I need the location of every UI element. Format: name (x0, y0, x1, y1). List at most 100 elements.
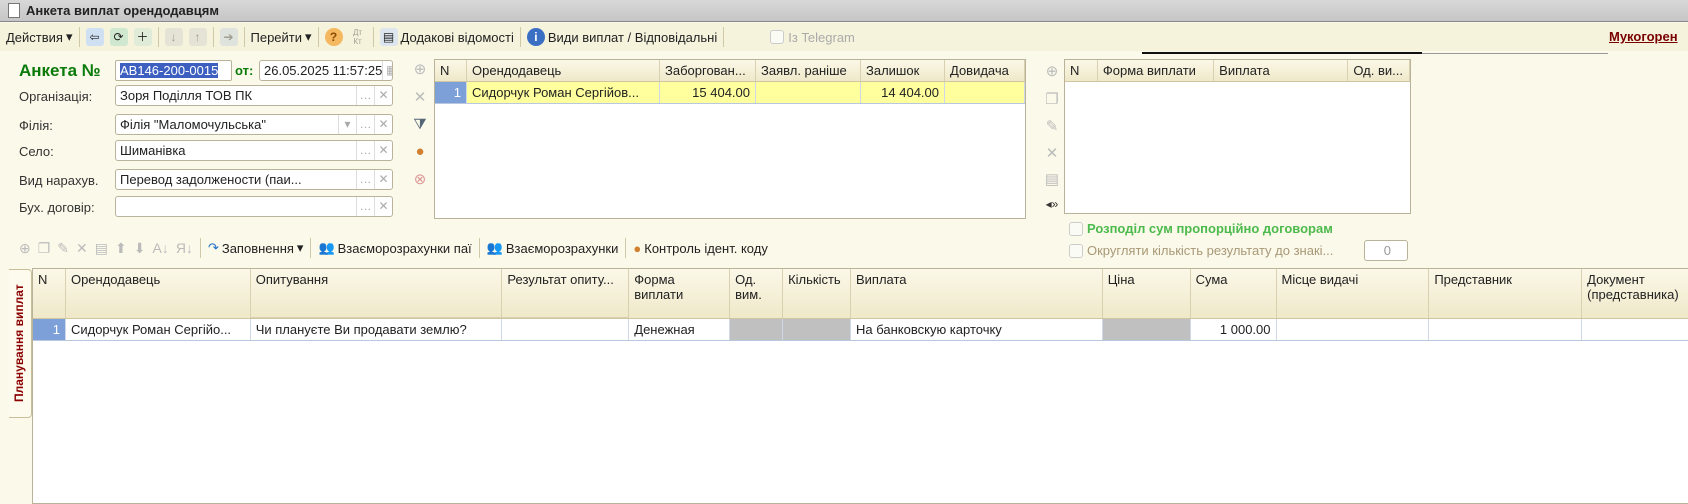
column-header[interactable]: Од. ви... (1348, 60, 1410, 81)
select-icon[interactable]: … (356, 115, 374, 134)
distribute-checkbox[interactable]: Розподіл сум пропорційно договорам (1069, 221, 1333, 236)
column-header[interactable]: Опитування (251, 269, 503, 318)
date-field[interactable]: 26.05.2025 11:57:25▦ (259, 60, 393, 81)
column-header[interactable]: Залишок (861, 60, 945, 81)
arrow-up-icon[interactable]: ⬆ (115, 240, 127, 257)
column-header[interactable]: N (435, 60, 467, 81)
mutual-button[interactable]: 👥 Взаєморозрахунки (487, 240, 619, 256)
sort-desc-icon[interactable]: Я↓ (176, 240, 193, 256)
clear-icon[interactable]: ✕ (374, 86, 392, 105)
person-icon[interactable]: ● (410, 142, 430, 162)
help-icon[interactable]: ? (324, 28, 343, 46)
column-header[interactable]: N (33, 269, 66, 318)
cell: 15 404.00 (660, 82, 756, 103)
contract-field[interactable]: … ✕ (115, 196, 393, 217)
column-header[interactable]: N (1065, 60, 1098, 81)
dropdown-icon[interactable]: ▾ (338, 115, 356, 134)
round-checkbox[interactable]: Округляти кількість результату до знакі.… (1069, 243, 1333, 258)
select-icon[interactable]: … (356, 170, 374, 189)
cell: Денежная (629, 319, 731, 340)
telegram-checkbox[interactable]: Із Telegram (770, 30, 855, 45)
save-icon[interactable]: ▤ (1042, 170, 1062, 190)
delete-icon[interactable]: ✕ (76, 240, 88, 257)
divider (723, 27, 725, 47)
column-header[interactable]: Представник (1429, 269, 1583, 318)
dt-kt-icon[interactable]: Дт Кт (349, 28, 367, 46)
copy-add-icon[interactable]: ＋ (133, 28, 152, 46)
column-header[interactable]: Заявл. раніше (756, 60, 861, 81)
table-row[interactable]: 1 Сидорчук Роман Сергійо... Чи плануєте Ви… (33, 319, 1688, 341)
cell: На банковскую карточку (851, 319, 1103, 340)
column-header[interactable]: Результат опиту... (502, 269, 630, 318)
accrual-type-label: Вид нарахув. (19, 173, 99, 188)
select-icon[interactable]: … (356, 197, 374, 216)
clear-icon[interactable]: ✕ (374, 197, 392, 216)
column-header[interactable]: Сума (1191, 269, 1277, 318)
filter-icon[interactable]: ⧩ (410, 115, 430, 135)
cell: Чи плануєте Ви продавати землю? (251, 319, 503, 340)
select-icon[interactable]: … (356, 141, 374, 160)
number-field[interactable]: АВ146-200-0015 (115, 60, 232, 81)
save-icon[interactable]: ▤ (95, 240, 108, 257)
column-header[interactable]: Кількість (783, 269, 851, 318)
column-header[interactable]: Орендодавець (66, 269, 251, 318)
village-field[interactable]: Шиманівка… ✕ (115, 140, 393, 161)
move-up-icon[interactable]: ↑ (188, 28, 207, 46)
organization-label: Організація: (19, 89, 93, 104)
add-icon[interactable]: ⊕ (19, 240, 31, 257)
edit-icon[interactable]: ✎ (57, 240, 69, 257)
expand-more-icon[interactable]: ◂» (1042, 194, 1062, 214)
contract-label: Бух. договір: (19, 200, 95, 215)
column-header[interactable]: Форма виплати (629, 269, 731, 318)
clear-icon[interactable]: ✕ (374, 141, 392, 160)
add-icon[interactable]: ⊕ (1042, 62, 1062, 82)
based-on-icon[interactable]: ➔ (219, 28, 238, 46)
delete-icon[interactable]: ✕ (410, 88, 430, 108)
sort-asc-icon[interactable]: A↓ (152, 240, 168, 256)
clear-icon[interactable]: ✕ (374, 115, 392, 134)
actions-menu[interactable]: Действия ▾ (6, 29, 73, 45)
column-header[interactable]: Ціна (1103, 269, 1191, 318)
column-header[interactable]: Документ (представника) (1582, 269, 1688, 318)
edit-icon[interactable]: ✎ (1042, 117, 1062, 137)
select-icon[interactable]: … (356, 86, 374, 105)
refresh-icon[interactable]: ⟳ (109, 28, 128, 46)
column-header[interactable]: Заборгован... (660, 60, 756, 81)
goto-menu[interactable]: Перейти ▾ (251, 29, 312, 45)
delete-icon[interactable]: ✕ (1042, 144, 1062, 164)
column-header[interactable]: Місце видачі (1277, 269, 1430, 318)
copy-icon[interactable]: ❐ (1042, 90, 1062, 110)
organization-field[interactable]: Зоря Поділля ТОВ ПК… ✕ (115, 85, 393, 106)
clear-icon[interactable]: ✕ (374, 170, 392, 189)
column-header[interactable]: Орендодавець (467, 60, 660, 81)
column-header[interactable]: Виплата (851, 269, 1103, 318)
tab-payment-planning[interactable]: Планування виплат (9, 269, 32, 418)
column-header[interactable]: Форма виплати (1098, 60, 1215, 81)
payment-types-button[interactable]: i Види виплат / Відповідальні (526, 28, 717, 46)
accrual-type-field[interactable]: Перевод задолжености (паи...… ✕ (115, 169, 393, 190)
divider (157, 27, 159, 47)
id-check-button[interactable]: ● Контроль ідент. коду (633, 241, 767, 256)
table-row[interactable]: 1 Сидорчук Роман Сергійов... 15 404.00 1… (435, 82, 1025, 104)
cell (756, 82, 861, 103)
copy-icon[interactable]: ❐ (38, 240, 51, 257)
column-header[interactable]: Довидача (945, 60, 1025, 81)
cancel-icon[interactable]: ⊗ (410, 170, 430, 190)
extra-info-button[interactable]: ▤ Додакові відомості (379, 28, 514, 46)
arrow-down-icon[interactable]: ⬇ (134, 240, 146, 257)
calendar-icon[interactable]: ▦ (382, 61, 392, 80)
table-header: N Форма виплати Виплата Од. ви... (1065, 60, 1410, 82)
branch-link[interactable]: Мукогорен (1609, 29, 1678, 44)
move-down-icon[interactable]: ↓ (164, 28, 183, 46)
column-header[interactable]: Виплата (1214, 60, 1349, 81)
post-close-icon[interactable]: ⇦ (85, 28, 104, 46)
column-header[interactable]: Од. вим. (730, 269, 784, 318)
cell: 1 (435, 82, 467, 103)
branch-field[interactable]: Філія "Маломочульська" ▾… ✕ (115, 114, 393, 135)
add-icon[interactable]: ⊕ (410, 60, 430, 80)
mutual-shares-button[interactable]: 👥 Взаєморозрахунки паї (318, 240, 471, 256)
fill-menu[interactable]: ↷ Заповнення ▾ (208, 240, 304, 256)
divider (625, 238, 627, 258)
branch-label: Філія: (19, 118, 53, 133)
round-digits-stepper[interactable]: 0 (1364, 240, 1408, 261)
